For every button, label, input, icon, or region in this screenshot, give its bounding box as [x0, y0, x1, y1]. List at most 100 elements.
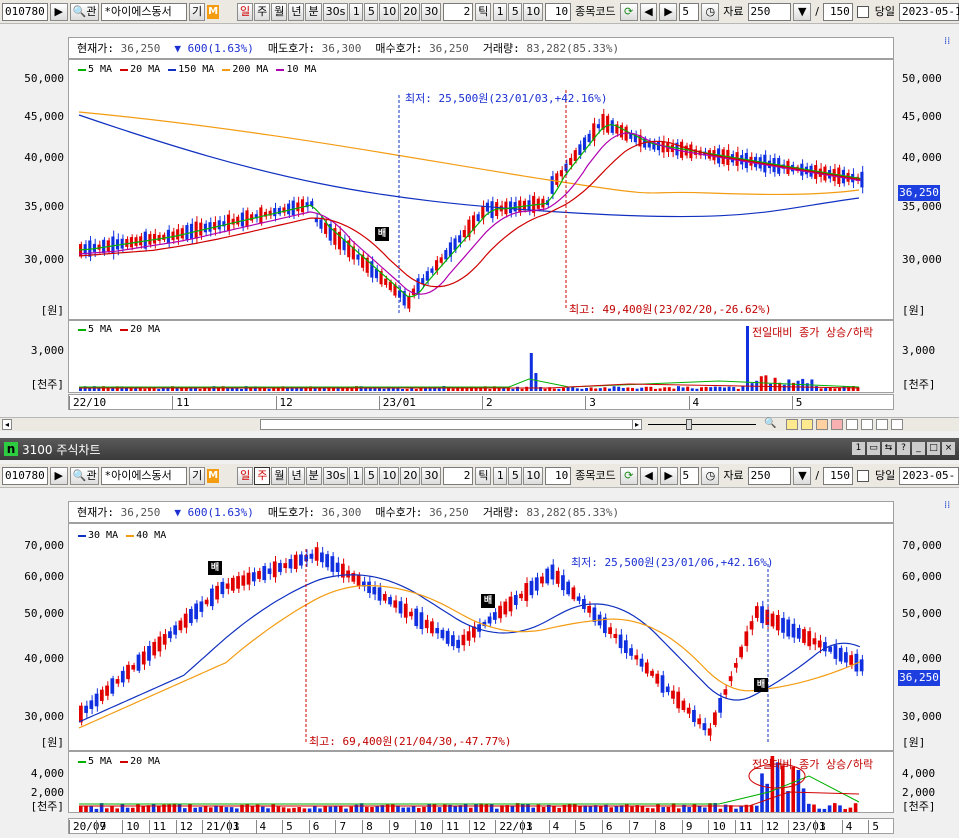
today-checkbox[interactable] — [856, 5, 869, 18]
data-count-select[interactable]: 250 — [747, 466, 792, 485]
volume-unit-left: [천주] — [30, 800, 65, 813]
app-icon: n — [4, 442, 18, 456]
tick-option[interactable]: 10 — [523, 466, 544, 485]
tool-icon[interactable] — [816, 419, 828, 430]
tick-count-input[interactable]: 2 — [443, 2, 474, 21]
scroll-thumb[interactable] — [260, 419, 638, 430]
data-count-select[interactable]: 250 — [747, 2, 792, 21]
stock-code-input[interactable]: 010780 — [2, 466, 48, 485]
close-icon[interactable]: × — [942, 442, 955, 455]
period-tab[interactable]: 1 — [349, 2, 364, 21]
candle-body — [466, 631, 471, 641]
tick-option[interactable]: 5 — [508, 2, 523, 21]
refresh-icon[interactable]: ⟳ — [619, 466, 638, 485]
refresh-icon[interactable]: ⟳ — [619, 2, 638, 21]
today-checkbox[interactable] — [857, 469, 869, 482]
tool-icon[interactable] — [891, 419, 903, 430]
m-icon[interactable]: M — [207, 4, 220, 19]
prev-arrow-icon[interactable]: ◀ — [639, 2, 658, 21]
tick-option[interactable]: 10 — [523, 2, 544, 21]
tick-button[interactable]: 틱 — [475, 466, 492, 485]
play-button[interactable]: ▶ — [49, 2, 68, 21]
tick-extra-input[interactable]: 10 — [545, 466, 572, 485]
scroll-right-arrow-icon[interactable]: ▸ — [632, 419, 642, 430]
period-tab[interactable]: 분 — [305, 2, 322, 21]
period-tab[interactable]: 1 — [349, 466, 364, 485]
period-tab[interactable]: 월 — [271, 466, 288, 485]
volume-tick-left: 4,000 — [30, 767, 64, 780]
next-arrow-icon[interactable]: ▶ — [659, 2, 678, 21]
next-arrow-icon[interactable]: ▶ — [659, 466, 678, 485]
current-price-tag: 36,250 — [898, 670, 940, 686]
m-icon[interactable]: M — [207, 468, 220, 483]
period-tab[interactable]: 주 — [254, 466, 271, 485]
tool-icon[interactable] — [846, 419, 858, 430]
tick-option[interactable]: 1 — [493, 2, 508, 21]
candle-body — [576, 596, 581, 601]
search-button[interactable]: 🔍관 — [69, 466, 100, 485]
total-input[interactable]: 150 — [823, 466, 854, 485]
step-input[interactable]: 5 — [679, 2, 700, 21]
period-tab[interactable]: 년 — [288, 2, 305, 21]
tool-icon[interactable] — [861, 419, 873, 430]
prev-arrow-icon[interactable]: ◀ — [639, 466, 658, 485]
transfer-icon[interactable]: ⇆ — [882, 442, 895, 455]
chart-scrollbar[interactable]: ◂ ▸ 🔍 — [0, 417, 959, 431]
zoom-icon[interactable]: 🔍 — [764, 418, 776, 429]
tool-icon[interactable] — [786, 419, 798, 430]
stock-code-input[interactable]: 010780 — [2, 2, 48, 21]
period-tab[interactable]: 일 — [236, 2, 254, 21]
more-options-icon[interactable]: ⁞⁞ — [944, 500, 950, 511]
search-button[interactable]: 🔍관 — [69, 2, 100, 21]
clock-icon[interactable]: ◷ — [701, 466, 720, 485]
tick-button[interactable]: 틱 — [475, 2, 492, 21]
volume-bar — [198, 807, 203, 812]
date-input[interactable]: 2023-05-1 — [899, 2, 959, 21]
tool-icon[interactable] — [801, 419, 813, 430]
minimize-icon[interactable]: _ — [912, 442, 925, 455]
tick-option[interactable]: 5 — [508, 466, 523, 485]
period-tab[interactable]: 5 — [364, 466, 379, 485]
scroll-left-arrow-icon[interactable]: ◂ — [2, 419, 12, 430]
period-tab[interactable]: 분 — [305, 466, 322, 485]
clock-icon[interactable]: ◷ — [701, 2, 720, 21]
volume-bar — [631, 387, 634, 391]
tool-icon[interactable] — [831, 419, 843, 430]
one-icon[interactable]: 1 — [852, 442, 865, 455]
period-tab[interactable]: 30s — [322, 2, 349, 21]
help-icon[interactable]: ? — [897, 442, 910, 455]
zoom-slider-track[interactable] — [648, 424, 756, 425]
period-tab[interactable]: 30s — [322, 466, 349, 485]
period-tab[interactable]: 10 — [379, 466, 400, 485]
period-tab[interactable]: 20 — [400, 466, 421, 485]
zoom-slider-thumb[interactable] — [686, 419, 692, 430]
stock-name-field[interactable]: *아이에스동서 — [101, 2, 188, 21]
period-tab[interactable]: 30 — [421, 466, 442, 485]
total-input[interactable]: 150 — [822, 2, 853, 21]
period-tab[interactable]: 5 — [364, 2, 379, 21]
period-tab[interactable]: 20 — [400, 2, 421, 21]
step-input[interactable]: 5 — [679, 466, 700, 485]
period-tab[interactable]: 년 — [288, 466, 305, 485]
period-tab[interactable]: 월 — [271, 2, 288, 21]
period-tab[interactable]: 주 — [254, 2, 271, 21]
chevron-down-icon[interactable]: ▼ — [793, 466, 812, 485]
period-tab[interactable]: 일 — [237, 466, 254, 485]
tool-icon[interactable] — [876, 419, 888, 430]
stock-name-field[interactable]: *아이에스동서 — [101, 466, 188, 485]
tick-count-input[interactable]: 2 — [443, 466, 474, 485]
play-button[interactable]: ▶ — [49, 466, 68, 485]
candle-body — [534, 577, 539, 591]
tick-option[interactable]: 1 — [493, 466, 508, 485]
tick-extra-input[interactable]: 10 — [545, 2, 572, 21]
period-tab[interactable]: 30 — [421, 2, 442, 21]
layout-icon[interactable]: ▭ — [867, 442, 880, 455]
volume-bar — [229, 807, 234, 812]
maximize-icon[interactable]: □ — [927, 442, 940, 455]
more-options-icon[interactable]: ⁞⁞ — [944, 36, 950, 47]
chevron-down-icon[interactable]: ▼ — [793, 2, 812, 21]
period-tab[interactable]: 10 — [379, 2, 400, 21]
date-input[interactable]: 2023-05- — [899, 466, 959, 485]
gi-button[interactable]: 기 — [189, 2, 206, 21]
gi-button[interactable]: 기 — [189, 466, 206, 485]
